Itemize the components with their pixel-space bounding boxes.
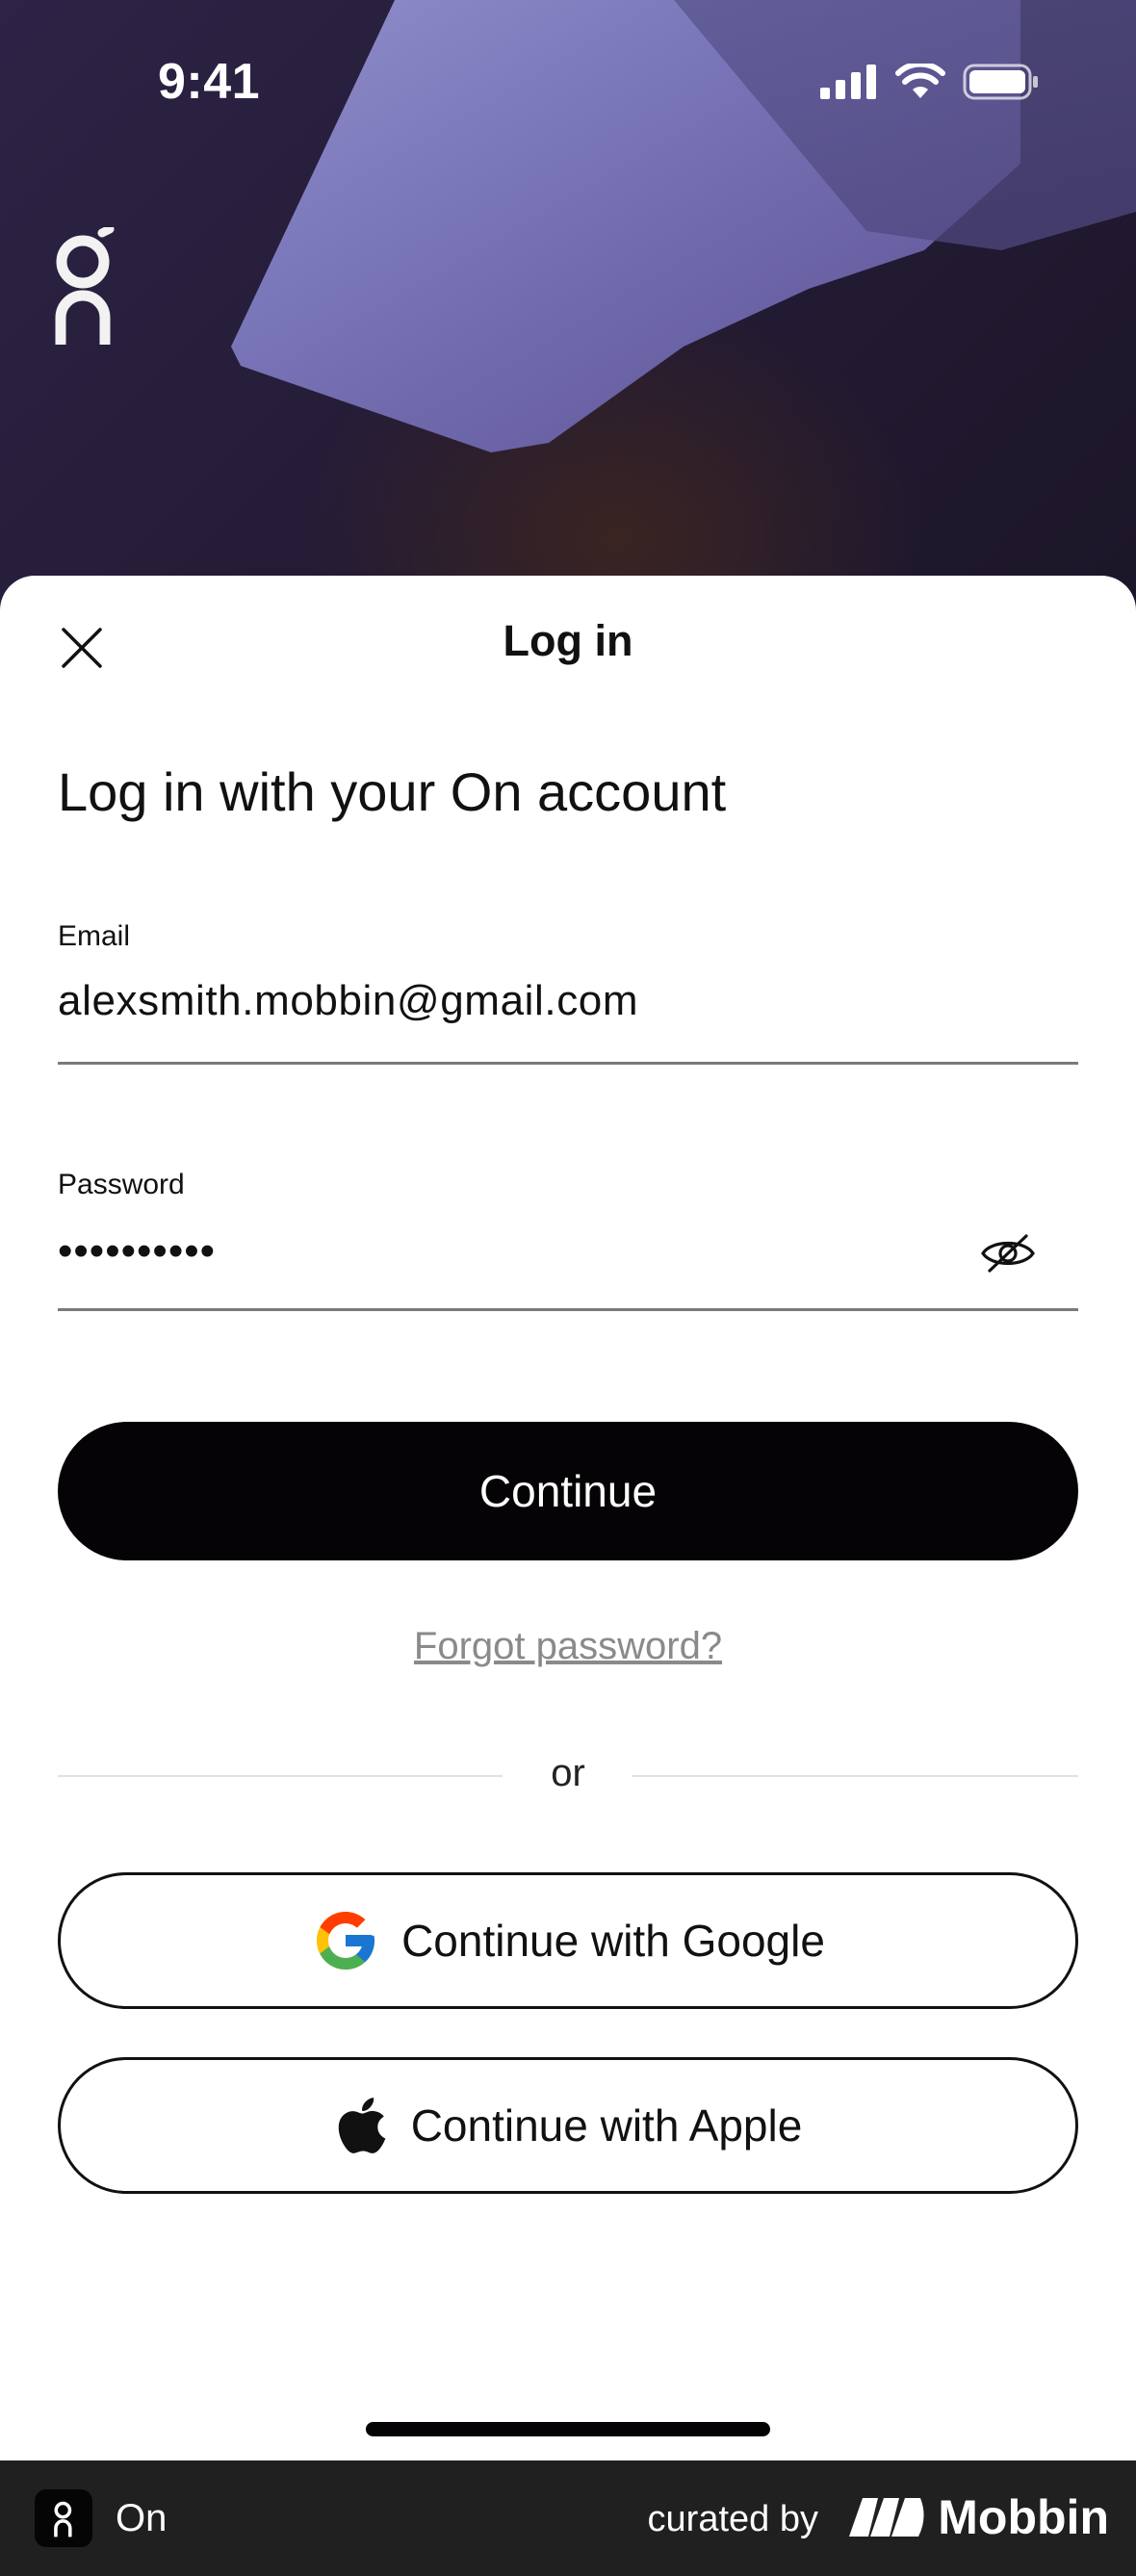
apple-button[interactable]: Continue with Apple — [58, 2057, 1078, 2194]
status-time: 9:41 — [158, 54, 261, 110]
google-button[interactable]: Continue with Google — [58, 1872, 1078, 2009]
on-logo-icon — [55, 227, 115, 345]
email-label: Email — [58, 920, 131, 952]
mobbin-brand: Mobbin — [849, 2489, 1109, 2545]
wifi-icon — [895, 64, 945, 98]
apple-label: Continue with Apple — [410, 2100, 803, 2151]
login-sheet — [0, 576, 1136, 2576]
google-label: Continue with Google — [401, 1916, 825, 1966]
eye-slash-icon[interactable] — [980, 1231, 1036, 1275]
mobbin-logo-icon — [849, 2498, 924, 2537]
battery-icon — [963, 64, 1038, 100]
email-field[interactable]: alexsmith.mobbin@gmail.com — [58, 977, 1078, 1065]
home-indicator — [366, 2422, 770, 2436]
password-value: •••••••••• — [58, 1227, 217, 1275]
continue-button[interactable]: Continue — [58, 1422, 1078, 1560]
forgot-password-link[interactable]: Forgot password? — [0, 1625, 1136, 1668]
or-text: or — [551, 1752, 585, 1794]
app-icon — [35, 2489, 92, 2547]
curated-by-text: curated by — [647, 2499, 818, 2539]
continue-label: Continue — [478, 1466, 658, 1516]
google-icon — [317, 1912, 375, 1970]
password-label: Password — [58, 1169, 185, 1200]
status-bar: 9:41 — [0, 0, 1136, 173]
footer-app-name: On — [116, 2497, 168, 2539]
page-heading: Log in with your On account — [58, 761, 727, 822]
on-logo-small-icon — [54, 2501, 72, 2537]
sheet-title: Log in — [503, 616, 633, 665]
signal-icon — [820, 64, 876, 99]
mobbin-label: Mobbin — [938, 2490, 1109, 2544]
apple-icon — [338, 2098, 385, 2153]
email-value: alexsmith.mobbin@gmail.com — [58, 977, 639, 1024]
password-field[interactable]: •••••••••• — [58, 1227, 1078, 1311]
status-icons — [820, 64, 1040, 100]
footer-bar: On curated by Mobbin — [0, 2460, 1136, 2576]
